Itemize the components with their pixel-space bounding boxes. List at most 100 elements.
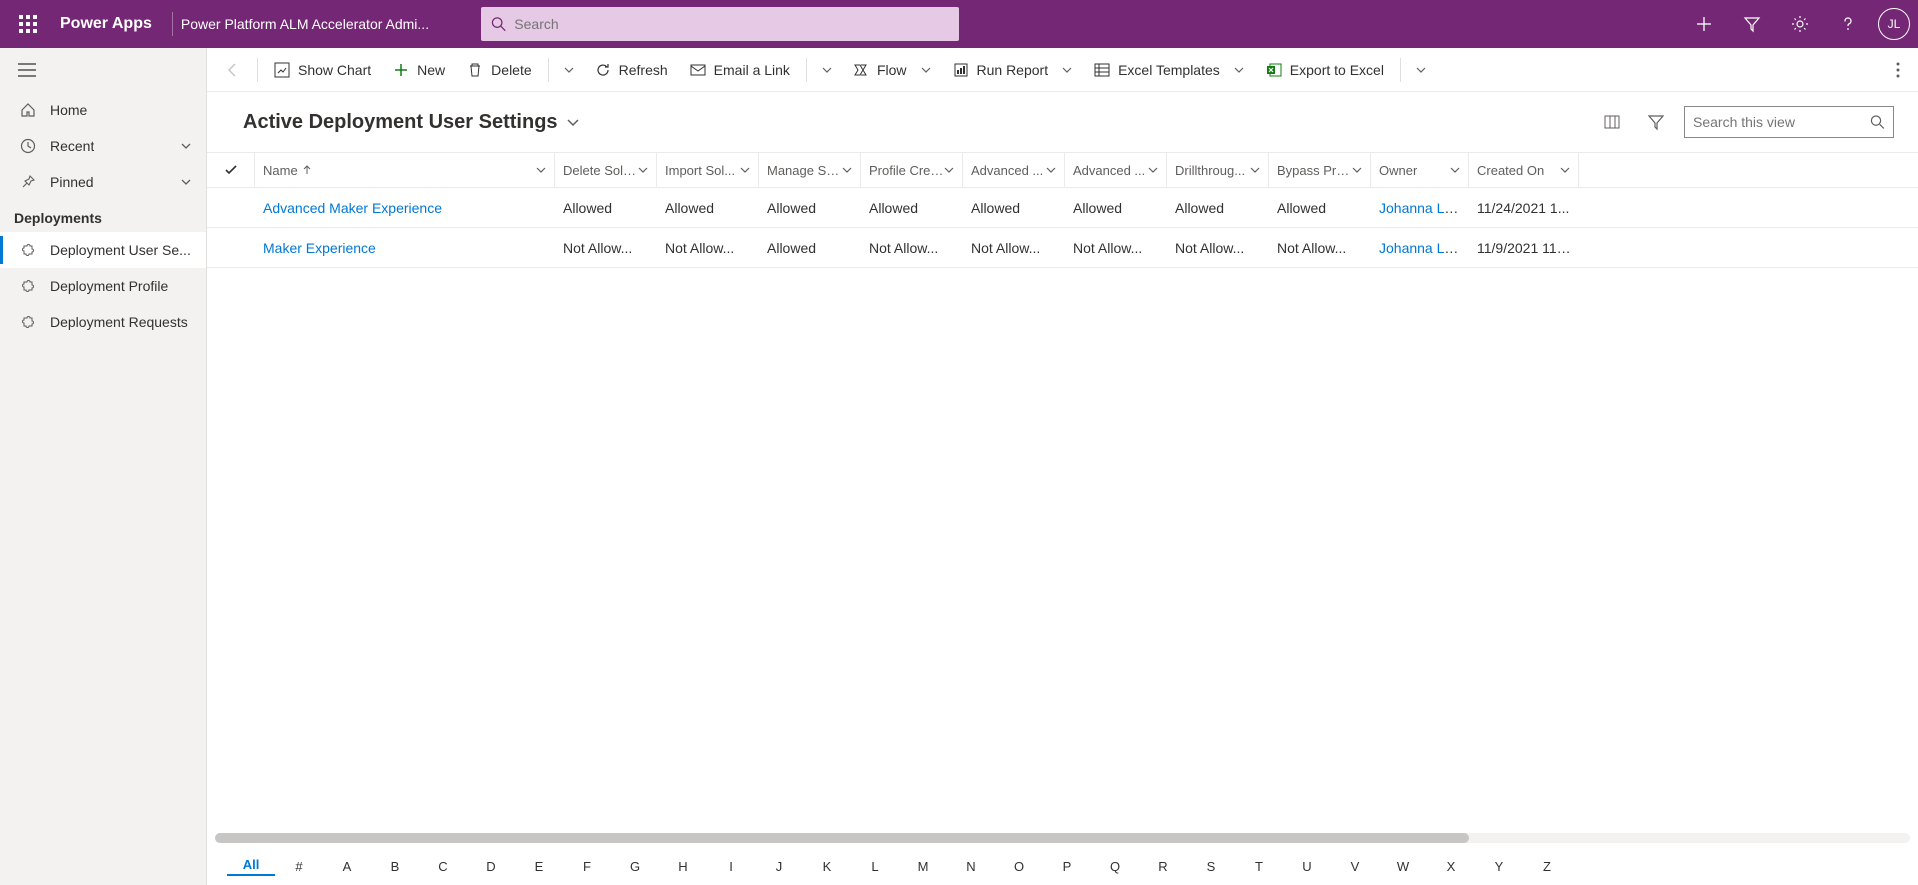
brand-label[interactable]: Power Apps: [48, 15, 164, 33]
run-report-button[interactable]: Run Report: [943, 48, 1083, 92]
column-header-created[interactable]: Created On: [1469, 153, 1579, 187]
alpha-filter[interactable]: R: [1139, 859, 1187, 874]
new-button[interactable]: New: [383, 48, 455, 92]
alpha-filter[interactable]: D: [467, 859, 515, 874]
table-row[interactable]: Advanced Maker Experience Allowed Allowe…: [207, 188, 1918, 228]
chevron-down-icon[interactable]: [1148, 165, 1158, 175]
app-subtitle[interactable]: Power Platform ALM Accelerator Admi...: [181, 16, 441, 32]
add-icon[interactable]: [1682, 0, 1726, 48]
table-row[interactable]: Maker Experience Not Allow... Not Allow.…: [207, 228, 1918, 268]
record-link[interactable]: Maker Experience: [263, 240, 376, 256]
alpha-filter[interactable]: #: [275, 859, 323, 874]
alpha-filter[interactable]: M: [899, 859, 947, 874]
alpha-filter[interactable]: K: [803, 859, 851, 874]
edit-columns-icon[interactable]: [1596, 106, 1628, 138]
filter-icon[interactable]: [1730, 0, 1774, 48]
alpha-filter[interactable]: U: [1283, 859, 1331, 874]
chevron-down-icon[interactable]: [536, 165, 546, 175]
delete-button[interactable]: Delete: [457, 48, 541, 92]
hamburger-icon[interactable]: [0, 48, 206, 92]
column-header[interactable]: Profile Crea...: [861, 153, 963, 187]
alpha-filter[interactable]: A: [323, 859, 371, 874]
overflow-menu[interactable]: [1886, 48, 1910, 92]
select-all-checkbox[interactable]: [207, 153, 255, 187]
show-chart-button[interactable]: Show Chart: [264, 48, 381, 92]
gear-icon[interactable]: [1778, 0, 1822, 48]
owner-link[interactable]: Johanna Lorenz: [1379, 200, 1469, 216]
email-link-dropdown[interactable]: [813, 48, 841, 92]
app-launcher-icon[interactable]: [8, 0, 48, 48]
delete-dropdown[interactable]: [555, 48, 583, 92]
separator: [257, 58, 258, 82]
horizontal-scrollbar[interactable]: [215, 833, 1910, 843]
sidebar-item-deployment-requests[interactable]: Deployment Requests: [0, 304, 206, 340]
alpha-filter[interactable]: Q: [1091, 859, 1139, 874]
sidebar-item-label: Recent: [50, 138, 94, 154]
chevron-down-icon[interactable]: [842, 165, 852, 175]
alpha-filter-all[interactable]: All: [227, 857, 275, 876]
user-avatar[interactable]: JL: [1878, 8, 1910, 40]
chevron-down-icon[interactable]: [944, 165, 954, 175]
column-header[interactable]: Delete Solu...: [555, 153, 657, 187]
sidebar-item-deployment-profile[interactable]: Deployment Profile: [0, 268, 206, 304]
chevron-down-icon[interactable]: [1450, 165, 1460, 175]
filter-icon[interactable]: [1640, 106, 1672, 138]
chevron-down-icon[interactable]: [1046, 165, 1056, 175]
cell-value: Not Allow...: [1065, 240, 1167, 256]
column-header-name[interactable]: Name: [255, 153, 555, 187]
alpha-filter[interactable]: T: [1235, 859, 1283, 874]
alpha-filter[interactable]: O: [995, 859, 1043, 874]
cell-value: Allowed: [657, 200, 759, 216]
view-search[interactable]: [1684, 106, 1894, 138]
view-selector-dropdown[interactable]: [566, 115, 580, 129]
column-header[interactable]: Manage So...: [759, 153, 861, 187]
scrollbar-thumb[interactable]: [215, 833, 1469, 843]
alpha-filter[interactable]: I: [707, 859, 755, 874]
alpha-filter[interactable]: L: [851, 859, 899, 874]
alpha-filter[interactable]: B: [371, 859, 419, 874]
global-search[interactable]: [481, 7, 959, 41]
email-link-button[interactable]: Email a Link: [680, 48, 800, 92]
column-header[interactable]: Drillthroug...: [1167, 153, 1269, 187]
alpha-filter[interactable]: G: [611, 859, 659, 874]
alpha-filter[interactable]: Y: [1475, 859, 1523, 874]
chevron-down-icon[interactable]: [1250, 165, 1260, 175]
sidebar-item-recent[interactable]: Recent: [0, 128, 206, 164]
help-icon[interactable]: [1826, 0, 1870, 48]
alpha-filter[interactable]: N: [947, 859, 995, 874]
sidebar-item-pinned[interactable]: Pinned: [0, 164, 206, 200]
refresh-button[interactable]: Refresh: [585, 48, 678, 92]
export-excel-dropdown[interactable]: [1407, 48, 1435, 92]
alpha-filter[interactable]: X: [1427, 859, 1475, 874]
alpha-filter[interactable]: C: [419, 859, 467, 874]
column-header[interactable]: Advanced ...: [1065, 153, 1167, 187]
excel-templates-button[interactable]: Excel Templates: [1084, 48, 1254, 92]
sidebar-item-home[interactable]: Home: [0, 92, 206, 128]
alpha-filter[interactable]: P: [1043, 859, 1091, 874]
chevron-down-icon[interactable]: [1352, 165, 1362, 175]
chevron-down-icon[interactable]: [740, 165, 750, 175]
export-excel-button[interactable]: Export to Excel: [1256, 48, 1394, 92]
column-header[interactable]: Bypass Pre...: [1269, 153, 1371, 187]
alpha-filter[interactable]: E: [515, 859, 563, 874]
chevron-down-icon[interactable]: [638, 165, 648, 175]
alpha-filter[interactable]: J: [755, 859, 803, 874]
back-button[interactable]: [215, 48, 251, 92]
column-header[interactable]: Advanced ...: [963, 153, 1065, 187]
alpha-filter[interactable]: Z: [1523, 859, 1571, 874]
global-search-input[interactable]: [514, 16, 949, 32]
sidebar-item-deployment-user-settings[interactable]: Deployment User Se...: [0, 232, 206, 268]
alpha-filter[interactable]: S: [1187, 859, 1235, 874]
column-header[interactable]: Import Sol...: [657, 153, 759, 187]
column-header-owner[interactable]: Owner: [1371, 153, 1469, 187]
alpha-filter[interactable]: W: [1379, 859, 1427, 874]
view-search-input[interactable]: [1693, 114, 1870, 130]
alpha-filter[interactable]: V: [1331, 859, 1379, 874]
chevron-down-icon[interactable]: [1560, 165, 1570, 175]
alpha-filter[interactable]: H: [659, 859, 707, 874]
alpha-filter[interactable]: F: [563, 859, 611, 874]
flow-button[interactable]: Flow: [843, 48, 941, 92]
button-label: Refresh: [619, 62, 668, 78]
record-link[interactable]: Advanced Maker Experience: [263, 200, 442, 216]
owner-link[interactable]: Johanna Lorenz: [1379, 240, 1469, 256]
